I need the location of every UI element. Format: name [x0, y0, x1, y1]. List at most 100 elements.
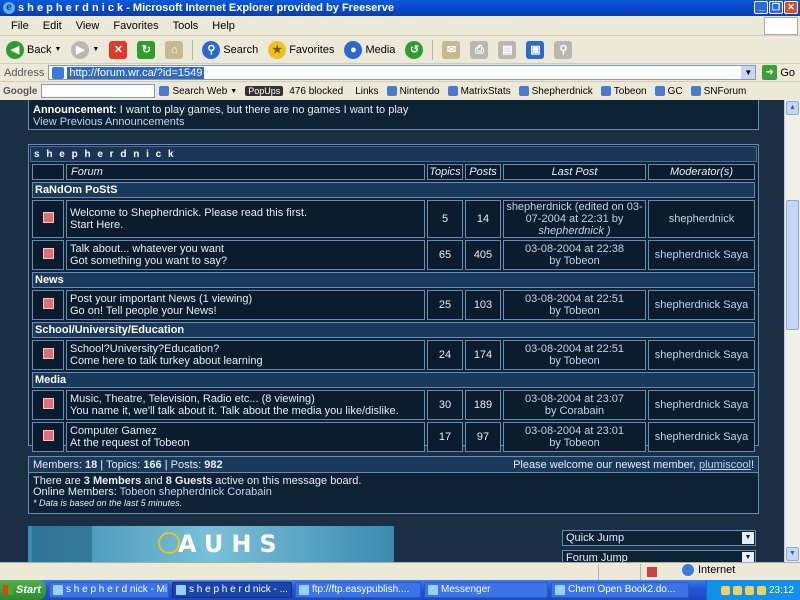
newest-member-link[interactable]: plumiscool: [699, 459, 751, 471]
research-button[interactable]: ⚲: [551, 39, 575, 61]
scroll-up-icon[interactable]: ▲: [786, 101, 799, 115]
category-title[interactable]: School/University/Education: [32, 322, 755, 338]
window-titlebar[interactable]: e s h e p h e r d n i c k - Microsoft In…: [0, 0, 800, 16]
last-post-author[interactable]: by Tobeon: [549, 305, 600, 317]
stop-button[interactable]: ✕: [106, 39, 130, 61]
forum-moderators[interactable]: shepherdnick Saya: [648, 390, 755, 420]
refresh-button[interactable]: ↻: [134, 39, 158, 61]
forum-title-link[interactable]: Music, Theatre, Television, Radio etc...…: [70, 393, 315, 405]
last-post-author[interactable]: shepherdnick ): [538, 225, 610, 237]
google-search-input[interactable]: [41, 84, 156, 98]
print-button[interactable]: ⎙: [467, 39, 491, 61]
last-post-author[interactable]: by Corabain: [545, 405, 604, 417]
address-input[interactable]: http://forum.wr.ca/?id=1549 ▼: [48, 65, 757, 80]
menu-help[interactable]: Help: [205, 20, 242, 32]
minimize-button[interactable]: _: [754, 1, 768, 14]
taskbar-item-active[interactable]: s h e p h e r d nick - ...: [172, 582, 292, 598]
popup-blocker[interactable]: PopUps 476 blocked: [245, 86, 343, 97]
tray-icon[interactable]: [732, 585, 742, 595]
forum-moderators[interactable]: shepherdnick Saya: [648, 340, 755, 370]
quick-jump-label: Quick Jump: [566, 532, 625, 544]
online-members[interactable]: Tobeon shepherdnick Corabain: [120, 486, 272, 498]
auhs-banner[interactable]: AUHS: [28, 526, 394, 562]
last-post-author[interactable]: by Tobeon: [549, 437, 600, 449]
last-post-author[interactable]: by Tobeon: [549, 255, 600, 267]
discuss-button[interactable]: ▣: [523, 39, 547, 61]
quick-jump-select[interactable]: Quick Jump ▼: [562, 530, 756, 546]
ie-logo-icon: e: [3, 2, 15, 14]
address-url[interactable]: http://forum.wr.ca/?id=1549: [67, 66, 205, 79]
vertical-scrollbar[interactable]: ▲ ▼: [784, 100, 800, 562]
link-label: Nintendo: [399, 85, 440, 97]
link-gc[interactable]: GC: [654, 86, 683, 97]
link-page-icon: [518, 86, 529, 96]
back-button[interactable]: ◀ Back ▼: [3, 39, 64, 61]
search-web-label: Search Web: [172, 85, 228, 97]
link-shepherdnick[interactable]: Shepherdnick: [518, 86, 593, 97]
forward-button[interactable]: ▶ ▼: [68, 39, 102, 61]
mail-button[interactable]: ✉: [439, 39, 463, 61]
taskbar-item[interactable]: s h e p h e r d nick - Mi...: [49, 582, 169, 598]
menu-tools[interactable]: Tools: [166, 20, 206, 32]
menu-view[interactable]: View: [69, 20, 107, 32]
taskbar-item[interactable]: Messenger: [424, 582, 548, 598]
forum-title-link[interactable]: School?University?Education?: [70, 343, 219, 355]
last-post-date: shepherdnick (edited on 03-07-2004 at 22…: [506, 201, 643, 225]
home-button[interactable]: ⌂: [162, 39, 186, 61]
search-web-button[interactable]: Search Web ▼: [159, 86, 237, 97]
last-post-author[interactable]: by Tobeon: [549, 355, 600, 367]
forum-jump-select[interactable]: Forum Jump ▼: [562, 550, 756, 562]
favorites-button[interactable]: ★ Favorites: [265, 39, 337, 61]
history-button[interactable]: ↺: [402, 39, 426, 61]
scroll-down-icon[interactable]: ▼: [786, 547, 799, 561]
forum-title-link[interactable]: Welcome to Shepherdnick. Please read thi…: [70, 207, 307, 219]
category-title[interactable]: News: [32, 272, 755, 288]
google-logo[interactable]: Google: [3, 86, 37, 97]
forum-moderators[interactable]: shepherdnick Saya: [648, 240, 755, 270]
link-matrixstats[interactable]: MatrixStats: [447, 86, 511, 97]
start-button[interactable]: Start: [0, 580, 46, 600]
link-snforum[interactable]: SNForum: [690, 86, 746, 97]
edit-button[interactable]: ▤: [495, 39, 519, 61]
link-tobeon[interactable]: Tobeon: [600, 86, 647, 97]
volume-icon[interactable]: [744, 585, 754, 595]
clock[interactable]: 23:12: [769, 585, 794, 596]
category-title[interactable]: RaNdOm PoStS: [32, 182, 755, 198]
chevron-down-icon[interactable]: ▼: [742, 532, 754, 544]
previous-announcements-link[interactable]: View Previous Announcements: [33, 116, 184, 128]
forum-folder-icon: [42, 248, 54, 259]
forum-icon-cell: [32, 200, 64, 238]
online-label: Online Members:: [33, 486, 117, 498]
go-button[interactable]: ➜ Go: [762, 65, 795, 80]
close-button[interactable]: ✕: [784, 1, 798, 14]
forum-icon-cell: [32, 240, 64, 270]
forum-title-link[interactable]: Computer Gamez: [70, 425, 157, 437]
restore-button[interactable]: ❐: [769, 1, 783, 14]
taskbar-item[interactable]: Chem Open Book2.do...: [551, 582, 689, 598]
media-button[interactable]: ● Media: [341, 39, 398, 61]
address-dropdown-icon[interactable]: ▼: [741, 66, 756, 79]
forum-title-link[interactable]: Post your important News (1 viewing): [70, 293, 252, 305]
search-web-dropdown-icon[interactable]: ▼: [230, 88, 237, 95]
menu-file[interactable]: File: [4, 20, 36, 32]
forum-moderators[interactable]: shepherdnick: [648, 200, 755, 238]
forum-moderators[interactable]: shepherdnick Saya: [648, 422, 755, 452]
forum-row: Talk about... whatever you want Got somet…: [32, 240, 755, 270]
forum-row: Music, Theatre, Television, Radio etc...…: [32, 390, 755, 420]
forum-moderators[interactable]: shepherdnick Saya: [648, 290, 755, 320]
scroll-thumb[interactable]: [786, 200, 799, 330]
back-dropdown-icon[interactable]: ▼: [54, 46, 61, 53]
link-nintendo[interactable]: Nintendo: [386, 85, 440, 97]
taskbar-item[interactable]: ftp://ftp.easypublish....: [295, 582, 421, 598]
search-button[interactable]: ⚲ Search: [199, 39, 261, 61]
header-forum: Forum: [66, 164, 425, 180]
menu-edit[interactable]: Edit: [36, 20, 69, 32]
chevron-down-icon[interactable]: ▼: [742, 552, 754, 562]
menu-favorites[interactable]: Favorites: [106, 20, 165, 32]
forward-dropdown-icon[interactable]: ▼: [92, 46, 99, 53]
popup-blocker-icon: PopUps: [245, 86, 284, 96]
forum-title-link[interactable]: Talk about... whatever you want: [70, 243, 224, 255]
category-title[interactable]: Media: [32, 372, 755, 388]
language-icon[interactable]: [756, 585, 766, 595]
tray-icon[interactable]: [720, 585, 730, 595]
